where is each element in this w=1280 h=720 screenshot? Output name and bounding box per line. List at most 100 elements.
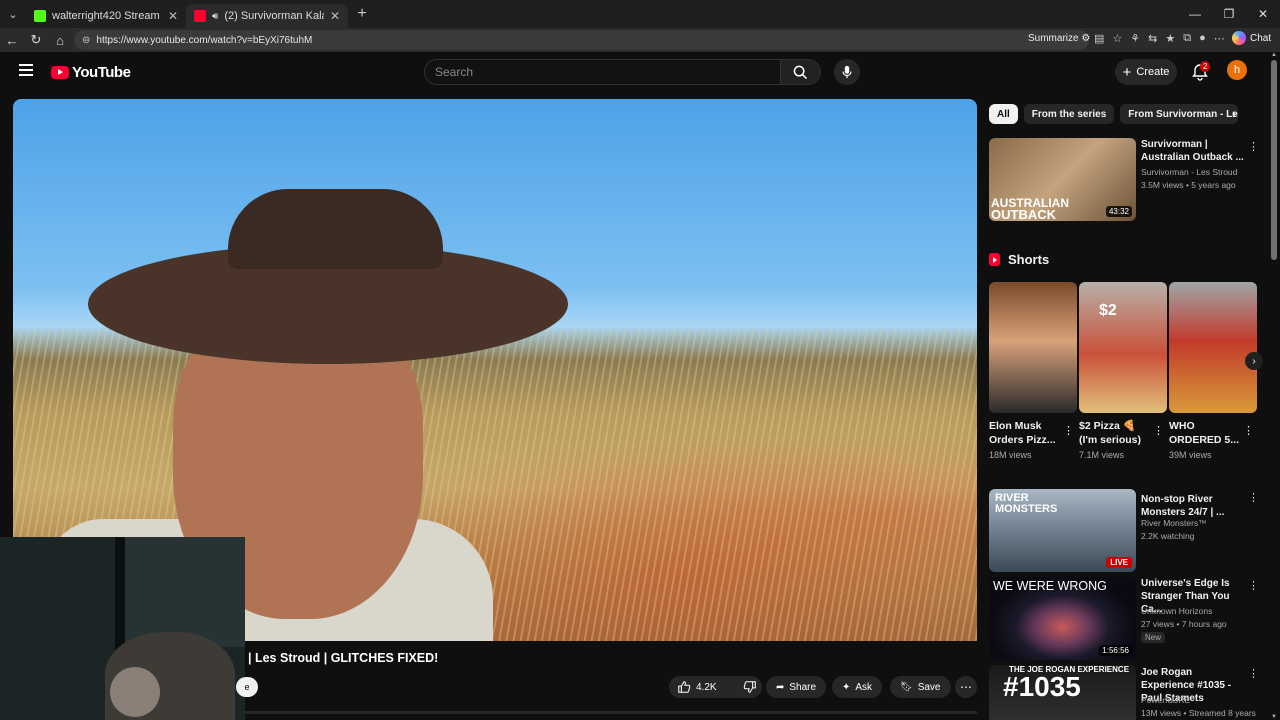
recommended-video[interactable]: WE WERE WRONG 1:56:56 Universe's Edge Is… xyxy=(989,577,1259,661)
short-thumbnail[interactable]: $2 xyxy=(1079,282,1167,413)
short-thumbnail[interactable] xyxy=(989,282,1077,413)
channel-name[interactable]: PowerfulJRE xyxy=(1141,694,1190,707)
browser-menu-icon[interactable]: ⋯ xyxy=(1214,32,1225,45)
close-window-icon[interactable]: ✕ xyxy=(1246,0,1280,28)
browser-toolbar: ← ↻ ⌂ ⊜ https://www.youtube.com/watch?v=… xyxy=(0,28,1280,52)
shorts-next-chevron-icon[interactable]: › xyxy=(1245,352,1263,370)
like-button[interactable]: 4.2K xyxy=(669,676,725,698)
video-thumbnail[interactable]: AUSTRALIAN OUTBACK 43:32 xyxy=(989,138,1136,221)
more-actions-button[interactable]: ⋯ xyxy=(955,676,977,698)
channel-name[interactable]: River Monsters™ xyxy=(1141,517,1207,530)
window-controls: — ❐ ✕ xyxy=(1178,0,1280,28)
favorite-star-icon[interactable]: ☆ xyxy=(1112,32,1122,45)
more-options-icon[interactable]: ⋮ xyxy=(1243,424,1254,437)
ask-button[interactable]: ✦ Ask xyxy=(832,676,883,698)
create-button[interactable]: + Create xyxy=(1115,59,1177,85)
shorts-header: Shorts xyxy=(989,252,1049,267)
video-meta: 13M views • Streamed 8 years xyxy=(1141,708,1256,718)
new-tab-button[interactable]: + xyxy=(348,5,376,23)
more-options-icon[interactable]: ⋮ xyxy=(1248,491,1259,504)
plus-icon: + xyxy=(1122,63,1132,81)
channel-name[interactable]: Survivorman - Les Stroud xyxy=(1141,166,1237,179)
extensions-icon[interactable]: ⚘ xyxy=(1130,32,1140,45)
voice-search-button[interactable] xyxy=(834,59,860,85)
more-options-icon[interactable]: ⋮ xyxy=(1248,140,1259,153)
chat-label: Chat xyxy=(1250,32,1272,44)
browser-tab-strip: ⌄ walterright420 Stream - Watch Liv ✕ 🔊︎… xyxy=(0,0,1280,28)
short-title[interactable]: WHO ORDERED 5... xyxy=(1169,419,1241,447)
close-tab-icon[interactable]: ✕ xyxy=(168,9,178,23)
thumbnail-text: #1035 xyxy=(1003,671,1081,702)
bookmark-icon: 🔖︎ xyxy=(900,681,913,693)
minimize-icon[interactable]: — xyxy=(1178,0,1212,28)
recommended-video[interactable]: THE JOE ROGAN EXPERIENCE #1035 Joe Rogan… xyxy=(989,665,1259,720)
short-title[interactable]: $2 Pizza 🍕 (I'm serious) xyxy=(1079,419,1151,447)
hamburger-menu-icon[interactable] xyxy=(19,64,33,76)
recommended-video[interactable]: RIVER MONSTERS LIVE Non-stop River Monst… xyxy=(989,489,1259,573)
dislike-button[interactable] xyxy=(735,676,765,698)
scroll-up-icon[interactable]: ▲ xyxy=(1271,52,1277,58)
address-bar[interactable]: ⊜ https://www.youtube.com/watch?v=bEyXi7… xyxy=(74,30,1089,50)
chip-from-series[interactable]: From the series xyxy=(1023,104,1115,124)
chevron-right-icon[interactable]: › xyxy=(1232,106,1236,121)
chip-from-channel[interactable]: From Survivorman - Les S xyxy=(1120,104,1239,124)
short-item[interactable]: Elon Musk Orders Pizz... 18M views ⋮ xyxy=(989,282,1077,460)
back-icon[interactable]: ← xyxy=(0,28,24,52)
browser-tab-1[interactable]: walterright420 Stream - Watch Liv ✕ xyxy=(26,4,186,28)
more-options-icon[interactable]: ⋮ xyxy=(1248,667,1259,680)
thumbnail-text: $2 xyxy=(1099,302,1117,319)
share-arrow-icon: ➦ xyxy=(776,681,785,693)
favorites-icon[interactable]: ★ xyxy=(1165,32,1175,45)
video-thumbnail[interactable]: WE WERE WRONG 1:56:56 xyxy=(989,577,1136,660)
browser-tab-2-active[interactable]: 🔊︎ (2) Survivorman Kalahari Dese ✕ xyxy=(186,4,348,28)
account-avatar[interactable]: h xyxy=(1227,60,1247,80)
scrollbar-thumb[interactable] xyxy=(1271,60,1277,260)
recommended-title[interactable]: Non-stop River Monsters 24/7 | ... xyxy=(1141,493,1246,519)
tab-actions-menu-icon[interactable]: ⌄ xyxy=(0,0,26,28)
close-tab-icon[interactable]: ✕ xyxy=(330,9,340,23)
search-button[interactable] xyxy=(781,59,821,85)
short-views: 7.1M views xyxy=(1079,450,1125,460)
more-options-icon[interactable]: ⋮ xyxy=(1153,424,1164,437)
split-screen-icon[interactable]: ⇆ xyxy=(1148,32,1157,45)
summarize-button[interactable]: Summarize ⚙ xyxy=(1028,33,1090,44)
youtube-play-icon xyxy=(51,66,69,79)
short-item[interactable]: $2 $2 Pizza 🍕 (I'm serious) 7.1M views ⋮ xyxy=(1079,282,1167,460)
copilot-chat-button[interactable]: Chat xyxy=(1232,31,1271,45)
reader-icon[interactable]: ▤ xyxy=(1094,32,1104,45)
short-title[interactable]: Elon Musk Orders Pizz... xyxy=(989,419,1061,447)
shorts-icon xyxy=(989,253,1000,266)
short-thumbnail[interactable] xyxy=(1169,282,1257,413)
search-input[interactable]: Search xyxy=(424,59,781,85)
short-item[interactable]: WHO ORDERED 5... 39M views ⋮ xyxy=(1169,282,1257,460)
channel-name[interactable]: Unknown Horizons xyxy=(1141,605,1212,618)
thumbs-down-icon xyxy=(743,681,756,693)
video-thumbnail[interactable]: RIVER MONSTERS LIVE xyxy=(989,489,1136,572)
youtube-logo[interactable]: YouTube xyxy=(51,64,131,81)
recommended-title[interactable]: Survivorman | Australian Outback ... xyxy=(1141,138,1246,164)
more-options-icon[interactable]: ⋮ xyxy=(1063,424,1074,437)
video-meta: 27 views • 7 hours ago xyxy=(1141,619,1227,629)
home-icon[interactable]: ⌂ xyxy=(48,28,72,52)
recommended-video[interactable]: AUSTRALIAN OUTBACK 43:32 Survivorman | A… xyxy=(989,138,1259,222)
save-button[interactable]: 🔖︎ Save xyxy=(890,676,951,698)
chip-all[interactable]: All xyxy=(989,104,1018,124)
refresh-icon[interactable]: ↻ xyxy=(24,28,48,52)
profile-icon[interactable]: ● xyxy=(1199,32,1206,45)
channel-button-partial[interactable]: e xyxy=(236,677,258,697)
short-views: 39M views xyxy=(1169,450,1212,460)
more-options-icon[interactable]: ⋮ xyxy=(1248,579,1259,592)
collections-icon[interactable]: ⧉ xyxy=(1183,32,1191,45)
restore-icon[interactable]: ❐ xyxy=(1212,0,1246,28)
share-label: Share xyxy=(789,681,817,693)
thumbnail-text: WE WERE WRONG xyxy=(993,579,1107,593)
video-thumbnail[interactable]: THE JOE ROGAN EXPERIENCE #1035 xyxy=(989,665,1136,720)
share-button[interactable]: ➦ Share xyxy=(766,676,827,698)
scroll-down-icon[interactable]: ▼ xyxy=(1271,714,1277,720)
shorts-title: Shorts xyxy=(1008,252,1050,267)
page-scrollbar[interactable]: ▲ ▼ xyxy=(1268,52,1280,720)
youtube-favicon-icon xyxy=(194,10,206,22)
site-info-icon[interactable]: ⊜ xyxy=(82,35,90,46)
thumbnail-text: RIVER MONSTERS xyxy=(995,492,1058,515)
speaker-icon[interactable]: 🔊︎ xyxy=(212,11,218,22)
